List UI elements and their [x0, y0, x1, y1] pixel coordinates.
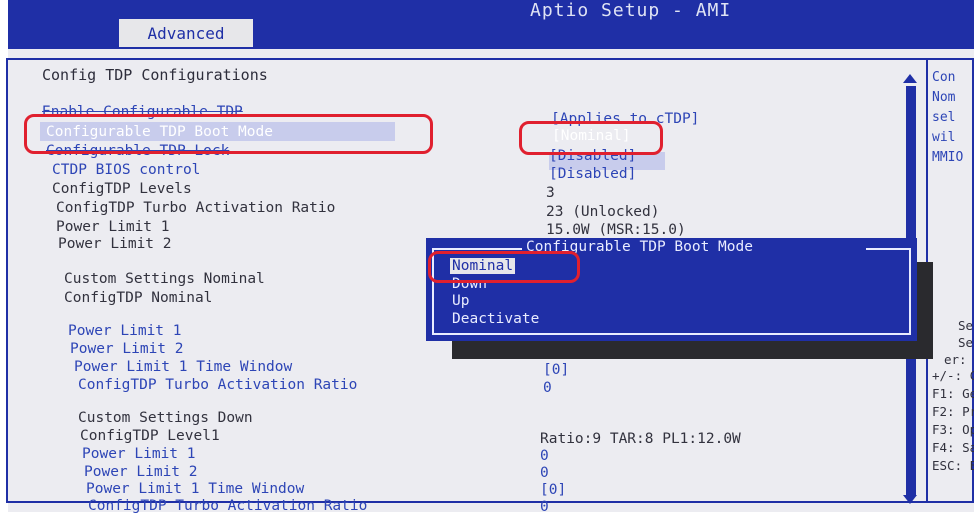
- key-help-line: Se: [958, 318, 974, 333]
- section-custom-settings-down: Custom Settings Down: [78, 410, 253, 426]
- info-configtdp-nominal: ConfigTDP Nominal: [64, 290, 213, 306]
- option-deactivate[interactable]: Deactivate: [452, 311, 539, 327]
- popup-border: [432, 248, 522, 250]
- value-configurable-tdp-boot-mode[interactable]: [Nominal]: [552, 128, 631, 144]
- section-custom-settings-nominal: Custom Settings Nominal: [64, 271, 265, 287]
- setting-nominal-power-limit-1[interactable]: Power Limit 1: [68, 323, 182, 339]
- scroll-up-arrow-icon[interactable]: [903, 74, 917, 83]
- value-enable-configurable-tdp[interactable]: [Applies to cTDP]: [551, 111, 699, 127]
- key-help-line: F1: Ge: [932, 386, 974, 401]
- setting-nominal-turbo-activation-ratio[interactable]: ConfigTDP Turbo Activation Ratio: [78, 377, 357, 393]
- help-text-line: sel: [932, 110, 956, 125]
- setting-nominal-power-limit-1-time-window[interactable]: Power Limit 1 Time Window: [74, 359, 292, 375]
- tab-advanced[interactable]: Advanced: [119, 19, 253, 47]
- option-nominal[interactable]: Nominal: [450, 258, 516, 274]
- key-help-line: F4: Sav: [932, 440, 974, 455]
- popup-shadow: [452, 341, 933, 359]
- setting-down-turbo-activation-ratio[interactable]: ConfigTDP Turbo Activation Ratio: [88, 498, 367, 514]
- info-power-limit-2: Power Limit 2: [58, 236, 172, 252]
- popup-shadow: [917, 262, 933, 359]
- popup-border: [866, 248, 911, 250]
- key-help-line: Se: [958, 335, 974, 350]
- value-power-limit-1: 15.0W (MSR:15.0): [546, 222, 686, 238]
- setting-down-power-limit-1-time-window[interactable]: Power Limit 1 Time Window: [86, 481, 304, 497]
- value-turbo-activation-ratio: 23 (Unlocked): [546, 204, 660, 220]
- key-help-line: er:: [944, 352, 967, 367]
- help-text-line: wil: [932, 130, 956, 145]
- setting-down-power-limit-2[interactable]: Power Limit 2: [84, 464, 198, 480]
- option-down[interactable]: Down: [452, 276, 487, 292]
- key-help-line: +/-: C: [932, 368, 974, 383]
- setting-nominal-power-limit-2[interactable]: Power Limit 2: [70, 341, 184, 357]
- value-down-time-window[interactable]: [0]: [540, 482, 566, 498]
- setting-down-power-limit-1[interactable]: Power Limit 1: [82, 446, 196, 462]
- value-down-power-limit-1[interactable]: 0: [540, 448, 549, 464]
- help-text-line: Con: [932, 70, 956, 85]
- help-text-line: Nom: [932, 90, 956, 105]
- page-title: Config TDP Configurations: [42, 66, 268, 84]
- help-text-line: MMIO: [932, 150, 964, 165]
- app-title: Aptio Setup - AMI: [530, 0, 732, 21]
- value-configtdp-level1: Ratio:9 TAR:8 PL1:12.0W: [540, 431, 741, 447]
- popup-title: Configurable TDP Boot Mode: [526, 239, 753, 255]
- info-configtdp-turbo-activation-ratio: ConfigTDP Turbo Activation Ratio: [56, 200, 336, 216]
- value-ctdp-bios-control[interactable]: [Disabled]: [549, 166, 636, 182]
- setting-enable-configurable-tdp[interactable]: Enable Configurable TDP: [42, 104, 243, 120]
- setting-configurable-tdp-lock[interactable]: Configurable TDP Lock: [46, 143, 229, 159]
- value-nominal-turbo-activation-ratio[interactable]: 0: [543, 380, 552, 396]
- key-help-line: F3: Opt: [932, 422, 974, 437]
- value-down-turbo-activation-ratio[interactable]: 0: [540, 499, 549, 515]
- setting-ctdp-bios-control[interactable]: CTDP BIOS control: [52, 162, 200, 178]
- setting-configurable-tdp-boot-mode[interactable]: Configurable TDP Boot Mode: [46, 124, 273, 140]
- scroll-down-arrow-icon[interactable]: [903, 495, 917, 504]
- value-nominal-time-window[interactable]: [0]: [543, 362, 569, 378]
- key-help-line: F2: Pr: [932, 404, 974, 419]
- key-help-line: ESC: Ex: [932, 458, 974, 473]
- boot-mode-popup: Configurable TDP Boot Mode Nominal Down …: [426, 238, 917, 341]
- info-configtdp-level1: ConfigTDP Level1: [80, 428, 220, 444]
- option-up[interactable]: Up: [452, 293, 469, 309]
- value-configurable-tdp-lock[interactable]: [Disabled]: [549, 148, 636, 164]
- info-configtdp-levels: ConfigTDP Levels: [52, 181, 192, 197]
- value-configtdp-levels: 3: [546, 185, 555, 201]
- value-down-power-limit-2[interactable]: 0: [540, 465, 549, 481]
- info-power-limit-1: Power Limit 1: [56, 219, 170, 235]
